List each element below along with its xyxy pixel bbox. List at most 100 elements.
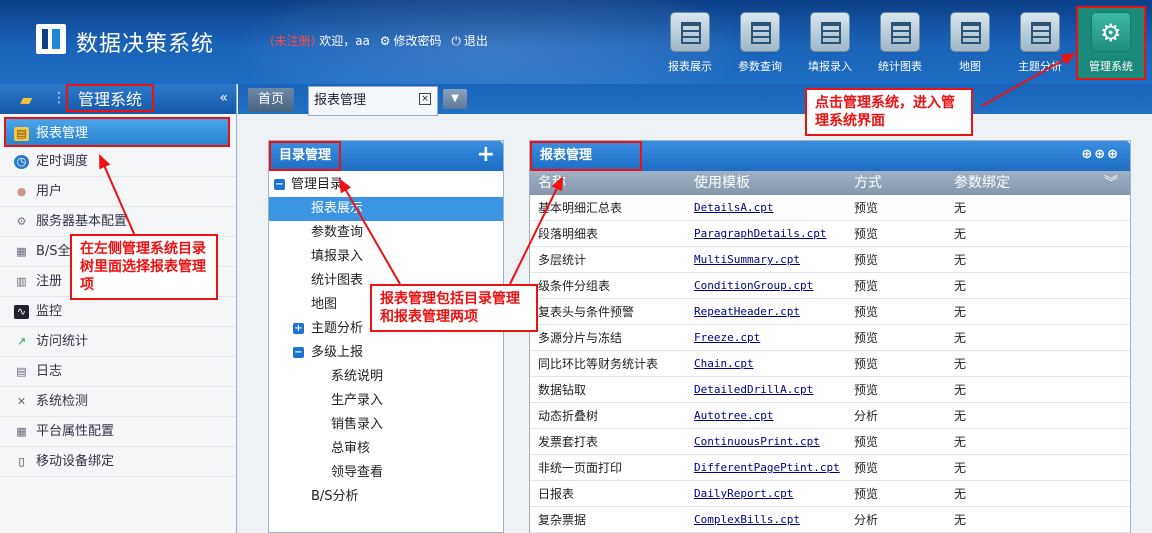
sidebar-item-scheduling[interactable]: ◷ 定时调度 [0, 147, 236, 177]
user-icon: ● [16, 185, 27, 198]
report-name: 复杂票据 [538, 513, 587, 527]
collapse-icon[interactable]: « [219, 90, 228, 106]
template-link[interactable]: Autotree.cpt [694, 403, 773, 429]
sidebar-item-monitor[interactable]: ∿ 监控 [0, 297, 236, 327]
template-link[interactable]: ComplexBills.cpt [694, 507, 800, 533]
sidebar-item-mobile-binding[interactable]: ▯ 移动设备绑定 [0, 447, 236, 477]
mode-cell: 预览 [854, 383, 879, 397]
tool-theme-analysis[interactable]: 主题分析 [1008, 12, 1072, 78]
table-row[interactable]: 日报表 DailyReport.cpt 预览 无 [530, 481, 1130, 507]
sidebar-title: 管理系统 [66, 84, 155, 112]
col-mode-header[interactable]: 方式 [854, 171, 882, 195]
template-link[interactable]: ConditionGroup.cpt [694, 273, 813, 299]
sidebar-item-platform-config[interactable]: ▦ 平台属性配置 [0, 417, 236, 447]
tree-node-system-desc[interactable]: 系统说明 [269, 365, 503, 389]
tool-report-display[interactable]: 报表展示 [658, 12, 722, 78]
tree-node-root[interactable]: − 管理目录 [269, 173, 503, 197]
collapse-toggle-icon[interactable]: − [293, 347, 304, 358]
collapse-toggle-icon[interactable]: − [274, 179, 285, 190]
template-link[interactable]: DetailedDrillA.cpt [694, 377, 813, 403]
template-link[interactable]: DailyReport.cpt [694, 481, 793, 507]
tree-node-report-display[interactable]: 报表展示 [269, 197, 503, 221]
sidebar-item-report-management[interactable]: ▤ 报表管理 [4, 117, 230, 147]
col-param-header[interactable]: 参数绑定 [954, 171, 1010, 195]
report-action-icons[interactable]: ⊕⊕⊕ [1081, 147, 1120, 162]
close-icon[interactable]: × [419, 93, 431, 105]
gear-icon: ⚙ [1091, 12, 1131, 52]
tab-home[interactable]: 首页 [248, 88, 295, 112]
sidebar-item-server-config[interactable]: ⚙ 服务器基本配置 [0, 207, 236, 237]
template-link[interactable]: ParagraphDetails.cpt [694, 221, 826, 247]
clock-icon: ◷ [14, 155, 29, 169]
add-icon[interactable]: + [477, 143, 495, 167]
table-row[interactable]: 同比环比等财务统计表 Chain.cpt 预览 无 [530, 351, 1130, 377]
directory-panel-header: 目录管理 + [269, 141, 503, 171]
table-row[interactable]: 非统一页面打印 DifferentPagePtint.cpt 预览 无 [530, 455, 1130, 481]
monitor-icon: ∿ [14, 305, 29, 319]
tree-node-sales-entry[interactable]: 销售录入 [269, 413, 503, 437]
collapse-chevron-icon[interactable]: ︾ [1104, 171, 1118, 195]
unregistered-label[interactable]: (未注册) [270, 34, 315, 48]
param-cell: 无 [954, 461, 967, 475]
table-row[interactable]: 基本明细汇总表 DetailsA.cpt 预览 无 [530, 195, 1130, 221]
report-name: 非统一页面打印 [538, 461, 623, 475]
tree-node-fill-entry[interactable]: 填报录入 [269, 245, 503, 269]
report-name: 段落明细表 [538, 227, 599, 241]
callout-left: 在左侧管理系统目录树里面选择报表管理项 [70, 234, 218, 300]
template-link[interactable]: Chain.cpt [694, 351, 754, 377]
table-row[interactable]: 动态折叠树 Autotree.cpt 分析 无 [530, 403, 1130, 429]
tree-node-production-entry[interactable]: 生产录入 [269, 389, 503, 413]
report-name: 基本明细汇总表 [538, 201, 623, 215]
tab-report-management[interactable]: 报表管理 × [308, 86, 438, 116]
sidebar-header: ▰ ⋮ 管理系统 « [0, 84, 236, 114]
table-row[interactable]: 段落明细表 ParagraphDetails.cpt 预览 无 [530, 221, 1130, 247]
tree-node-leader-view[interactable]: 领导查看 [269, 461, 503, 485]
table-row[interactable]: 复表头与条件预警 RepeatHeader.cpt 预览 无 [530, 299, 1130, 325]
table-row[interactable]: 级条件分组表 ConditionGroup.cpt 预览 无 [530, 273, 1130, 299]
sidebar-item-system-check[interactable]: ✕ 系统检测 [0, 387, 236, 417]
template-link[interactable]: MultiSummary.cpt [694, 247, 800, 273]
logo-icon [36, 24, 66, 54]
change-password-link[interactable]: 修改密码 [394, 34, 442, 48]
tree-node-param-query[interactable]: 参数查询 [269, 221, 503, 245]
logout-link[interactable]: 退出 [464, 34, 488, 48]
mode-cell: 分析 [854, 513, 879, 527]
template-link[interactable]: Freeze.cpt [694, 325, 760, 351]
tab-dropdown-button[interactable]: ▼ [443, 89, 467, 109]
mode-cell: 预览 [854, 305, 879, 319]
table-row[interactable]: 数据钻取 DetailedDrillA.cpt 预览 无 [530, 377, 1130, 403]
tool-map[interactable]: 地图 [938, 12, 1002, 78]
param-cell: 无 [954, 513, 967, 527]
tool-stat-chart[interactable]: 统计图表 [868, 12, 932, 78]
register-icon: ▥ [16, 275, 27, 288]
mode-cell: 预览 [854, 253, 879, 267]
sidebar-item-user[interactable]: ● 用户 [0, 177, 236, 207]
tool-management-system[interactable]: ⚙ 管理系统 [1076, 6, 1146, 80]
template-link[interactable]: DetailsA.cpt [694, 195, 773, 221]
tree-node-multi-report[interactable]: − 多级上报 [269, 341, 503, 365]
welcome-text: 欢迎，aa [319, 34, 370, 48]
template-link[interactable]: DifferentPagePtint.cpt [694, 455, 840, 481]
template-link[interactable]: ContinuousPrint.cpt [694, 429, 820, 455]
sidebar-item-log[interactable]: ▤ 日志 [0, 357, 236, 387]
param-cell: 无 [954, 279, 967, 293]
template-link[interactable]: RepeatHeader.cpt [694, 299, 800, 325]
table-row[interactable]: 发票套打表 ContinuousPrint.cpt 预览 无 [530, 429, 1130, 455]
tool-param-query[interactable]: 参数查询 [728, 12, 792, 78]
app-title: 数据决策系统 [76, 32, 215, 57]
tree-node-general-audit[interactable]: 总审核 [269, 437, 503, 461]
col-template-header[interactable]: 使用模板 [694, 171, 750, 195]
table-row[interactable]: 多源分片与冻结 Freeze.cpt 预览 无 [530, 325, 1130, 351]
table-row[interactable]: 复杂票据 ComplexBills.cpt 分析 无 [530, 507, 1130, 533]
directory-panel: 目录管理 + − 管理目录 报表展示 参数查询 填报录入 统计图表 地图 + 主题分… [268, 140, 504, 533]
expand-toggle-icon[interactable]: + [293, 323, 304, 334]
param-cell: 无 [954, 201, 967, 215]
log-icon: ▤ [16, 365, 27, 378]
table-row[interactable]: 多层统计 MultiSummary.cpt 预览 无 [530, 247, 1130, 273]
gear-icon: ⚙ [16, 215, 27, 228]
report-panel-title: 报表管理 [530, 141, 642, 171]
tool-fill-entry[interactable]: 填报录入 [798, 12, 862, 78]
sidebar-item-access-stats[interactable]: ↗ 访问统计 [0, 327, 236, 357]
col-name-header[interactable]: 名称 [538, 171, 566, 195]
tree-node-bs-analysis[interactable]: B/S分析 [269, 485, 503, 509]
